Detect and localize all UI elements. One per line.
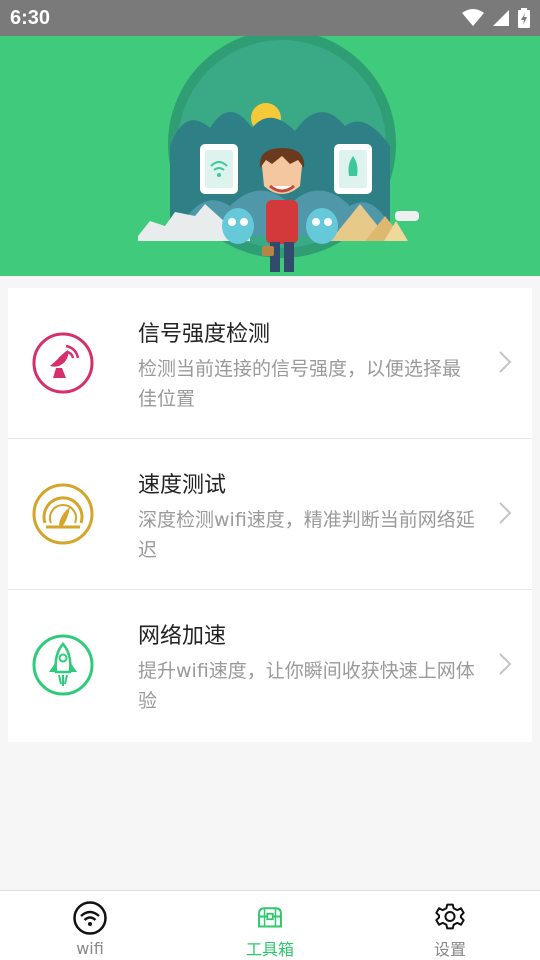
chevron-right-icon (499, 653, 512, 675)
tool-list: 信号强度检测 检测当前连接的信号强度，以便选择最佳位置 速度测试 深度检测wif… (8, 288, 532, 742)
status-time: 6:30 (10, 6, 51, 29)
speedometer-icon (32, 483, 94, 545)
wifi-icon (73, 901, 107, 935)
tab-settings[interactable]: 设置 (360, 891, 540, 960)
cell-signal-icon (493, 10, 509, 26)
toolbox-icon (258, 907, 282, 928)
item-description: 提升wifi速度，让你瞬间收获快速上网体验 (138, 660, 475, 712)
tab-wifi[interactable]: wifi (0, 891, 180, 960)
wifi-signal-icon (462, 9, 484, 26)
chevron-right-icon (499, 351, 512, 373)
satellite-dish-icon (32, 332, 94, 394)
status-icons (462, 8, 530, 28)
bottom-tab-bar: wifi 工具箱 设置 (0, 890, 540, 960)
rocket-icon (32, 634, 94, 696)
header-banner (0, 36, 540, 276)
item-title: 信号强度检测 (138, 322, 271, 347)
item-description: 检测当前连接的信号强度，以便选择最佳位置 (138, 358, 462, 410)
tab-toolbox[interactable]: 工具箱 (180, 891, 360, 960)
banner-illustration (138, 36, 419, 272)
tab-label: wifi (76, 939, 104, 958)
gear-icon (435, 903, 465, 930)
network-boost-item[interactable]: 网络加速 提升wifi速度，让你瞬间收获快速上网体验 (8, 590, 532, 742)
speed-test-item[interactable]: 速度测试 深度检测wifi速度，精准判断当前网络延迟 (8, 439, 532, 590)
item-description: 深度检测wifi速度，精准判断当前网络延迟 (138, 509, 475, 561)
battery-icon (518, 8, 530, 28)
status-bar: 6:30 (0, 0, 540, 36)
tab-label: 设置 (433, 940, 466, 959)
item-title: 网络加速 (138, 624, 227, 649)
signal-strength-test-item[interactable]: 信号强度检测 检测当前连接的信号强度，以便选择最佳位置 (8, 288, 532, 439)
tab-label: 工具箱 (245, 940, 294, 959)
item-title: 速度测试 (138, 473, 227, 498)
chevron-right-icon (499, 502, 512, 524)
